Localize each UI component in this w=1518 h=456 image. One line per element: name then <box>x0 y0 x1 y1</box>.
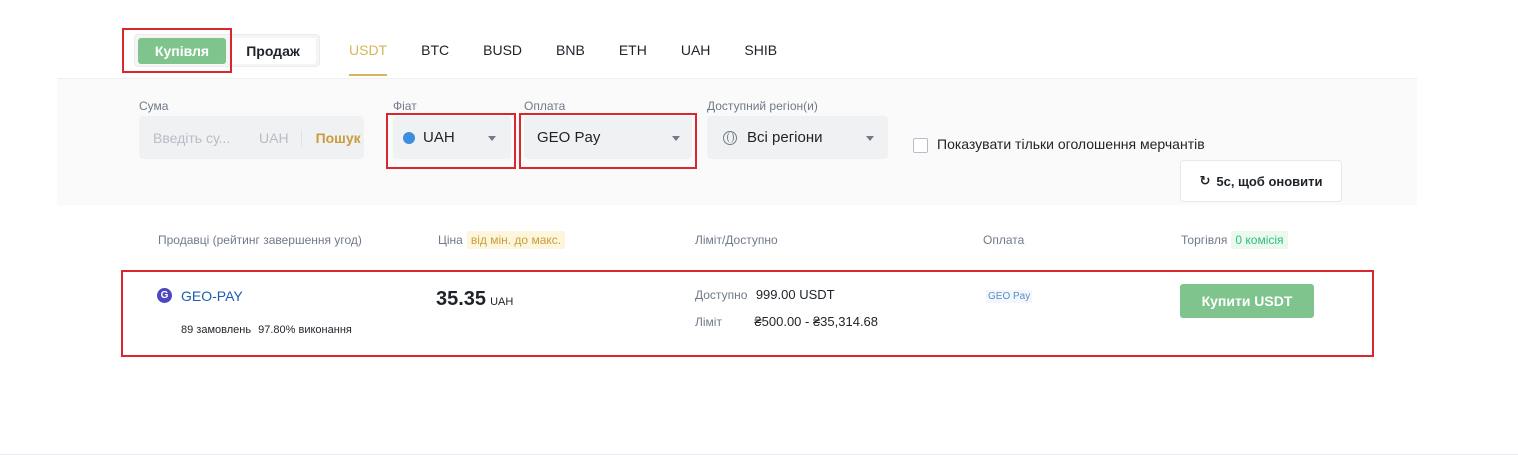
limit-row: Ліміт ₴500.00 - ₴35,314.68 <box>695 313 878 331</box>
uah-coin-icon <box>403 131 415 144</box>
header-trade-label: Торгівля <box>1181 233 1228 247</box>
fiat-label: Фіат <box>393 99 417 113</box>
header-price: Ціна від мін. до макс. <box>438 231 566 249</box>
payment-method-tag: GEO Pay <box>986 290 1033 303</box>
divider <box>0 454 1518 455</box>
limit-label: Ліміт <box>695 315 722 329</box>
tab-bnb[interactable]: BNB <box>556 42 585 58</box>
tab-btc[interactable]: BTC <box>421 42 449 58</box>
header-seller: Продавці (рейтинг завершення угод) <box>158 233 362 247</box>
refresh-icon: ↻ <box>1199 173 1211 188</box>
merchant-completion: 97.80% виконання <box>258 324 352 336</box>
buy-usdt-button[interactable]: Купити USDT <box>1180 284 1314 318</box>
payment-label: Оплата <box>524 99 566 113</box>
available-value: 999.00 USDT <box>755 287 835 302</box>
merchant-stats: 89 замовлень 97.80% виконання <box>181 324 352 336</box>
header-trade: Торгівля 0 комісія <box>1181 231 1288 249</box>
amount-currency: UAH <box>259 129 302 146</box>
available-row: Доступно 999.00 USDT <box>695 286 835 304</box>
refresh-label: 5с, щоб оновити <box>1216 173 1323 189</box>
globe-icon <box>723 130 737 145</box>
chevron-down-icon <box>488 136 496 141</box>
zero-fee-tag: 0 комісія <box>1231 231 1288 249</box>
search-button[interactable]: Пошук <box>316 130 361 146</box>
chevron-down-icon <box>866 136 874 141</box>
amount-input[interactable]: Введіть су... UAH Пошук <box>139 116 364 159</box>
tab-busd[interactable]: BUSD <box>483 42 522 58</box>
price-sort-tag[interactable]: від мін. до макс. <box>466 231 566 249</box>
offer-price: 35.35 UAH <box>436 288 513 311</box>
header-price-label: Ціна <box>438 233 463 247</box>
amount-placeholder: Введіть су... <box>153 129 231 146</box>
region-select[interactable]: Всі регіони <box>707 116 888 159</box>
limit-value: ₴500.00 - ₴35,314.68 <box>754 314 879 329</box>
header-payment: Оплата <box>983 233 1025 247</box>
sell-tab-button[interactable]: Продаж <box>230 38 316 64</box>
buy-tab-button[interactable]: Купівля <box>138 38 226 64</box>
region-value: Всі регіони <box>747 129 823 146</box>
merchant-only-label: Показувати тільки оголошення мерчантів <box>937 136 1205 152</box>
header-limit: Ліміт/Доступно <box>695 233 778 247</box>
region-label: Доступний регіон(и) <box>707 99 818 113</box>
merchant-only-checkbox[interactable] <box>913 138 928 153</box>
payment-select[interactable]: GEO Pay <box>524 116 692 159</box>
amount-label: Сума <box>139 99 169 113</box>
asset-tabs: USDT BTC BUSD BNB ETH UAH SHIB <box>349 42 811 76</box>
tab-eth[interactable]: ETH <box>619 42 647 58</box>
available-label: Доступно <box>695 288 748 302</box>
payment-value: GEO Pay <box>537 129 601 146</box>
merchant-avatar: G <box>157 288 172 303</box>
merchant-name-link[interactable]: GEO-PAY <box>181 288 243 304</box>
price-value: 35.35 <box>436 288 487 310</box>
tab-shib[interactable]: SHIB <box>744 42 777 58</box>
tab-usdt[interactable]: USDT <box>349 42 388 76</box>
tab-uah[interactable]: UAH <box>681 42 711 58</box>
fiat-value: UAH <box>423 129 455 146</box>
merchant-orders: 89 замовлень <box>181 324 252 336</box>
refresh-button[interactable]: ↻ 5с, щоб оновити <box>1180 160 1342 202</box>
chevron-down-icon <box>672 136 680 141</box>
price-currency: UAH <box>490 296 514 308</box>
